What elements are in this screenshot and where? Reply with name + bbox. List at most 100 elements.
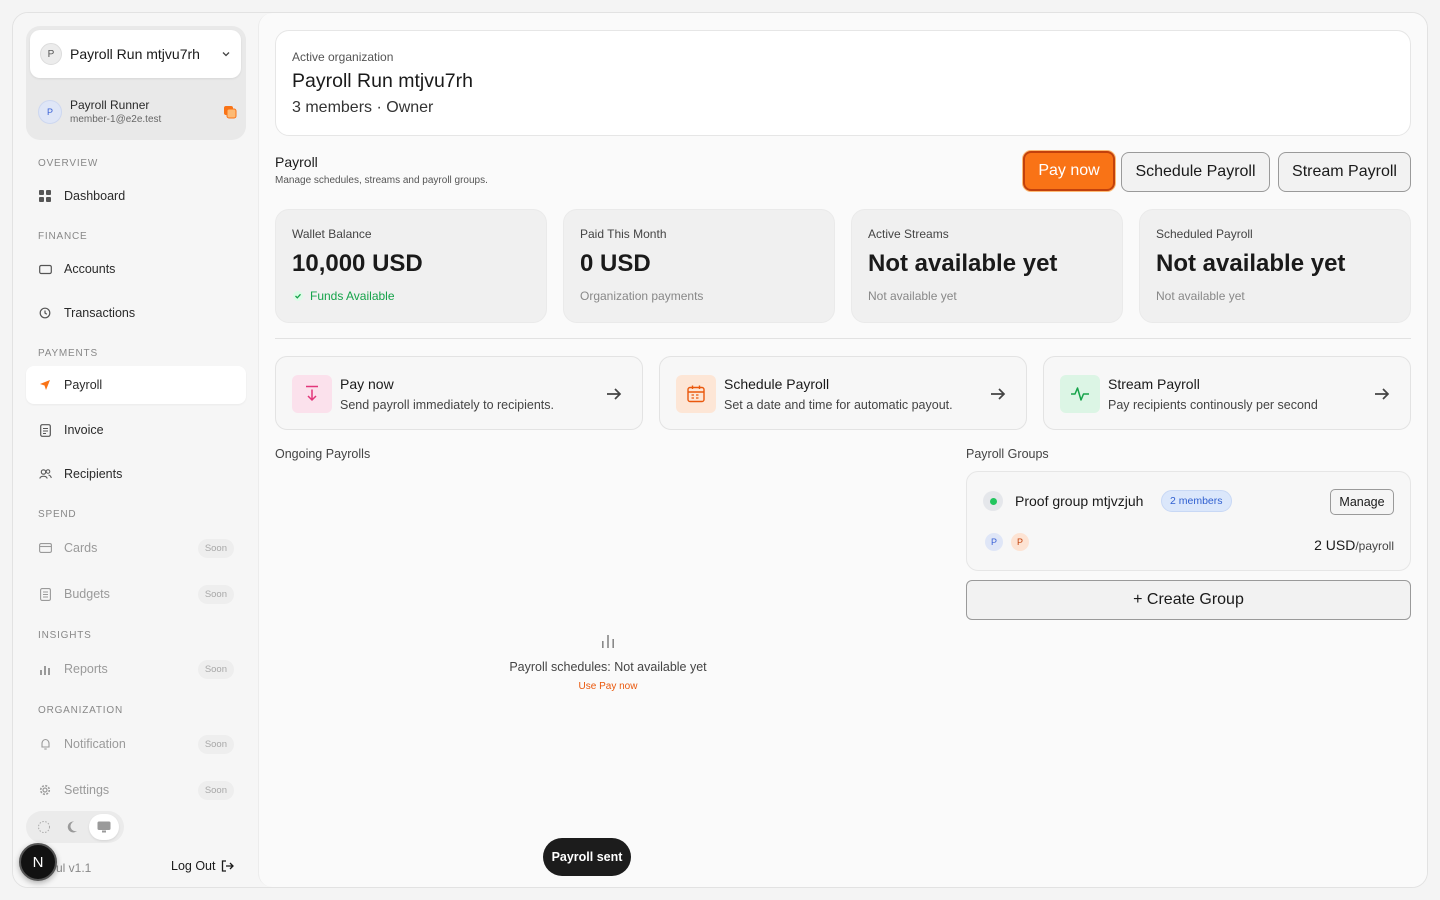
use-pay-now-link[interactable]: Use Pay now bbox=[275, 681, 941, 692]
sidebar-item-label: Recipients bbox=[64, 467, 123, 481]
ongoing-empty-state: Payroll schedules: Not available yet Use… bbox=[275, 633, 941, 692]
section-overview: OVERVIEW bbox=[38, 158, 99, 169]
bar-chart-icon bbox=[602, 635, 614, 648]
active-org-meta: 3 members · Owner bbox=[292, 99, 434, 116]
logout-icon bbox=[222, 860, 235, 872]
copy-icon[interactable] bbox=[222, 104, 238, 120]
arrow-right-icon bbox=[1375, 388, 1390, 400]
sidebar-item-accounts[interactable]: Accounts bbox=[26, 250, 246, 288]
budget-icon bbox=[38, 587, 52, 601]
stat-sub: Funds Available bbox=[292, 289, 395, 303]
grid-icon bbox=[38, 189, 52, 203]
member-avatar: P bbox=[983, 531, 1005, 553]
theme-light-button[interactable] bbox=[29, 814, 59, 840]
page-title: Payroll bbox=[275, 154, 318, 170]
stat-title: Wallet Balance bbox=[292, 227, 372, 241]
stat-title: Scheduled Payroll bbox=[1156, 227, 1253, 241]
section-organization: ORGANIZATION bbox=[38, 705, 123, 716]
create-group-button[interactable]: + Create Group bbox=[966, 580, 1411, 620]
sidebar-item-label: Cards bbox=[64, 541, 98, 555]
action-title: Pay now bbox=[340, 376, 394, 392]
group-amount: 2 USD/payroll bbox=[1314, 537, 1394, 553]
sidebar-item-payroll[interactable]: Payroll bbox=[26, 366, 246, 404]
stat-title: Active Streams bbox=[868, 227, 949, 241]
user-email: member-1@e2e.test bbox=[70, 114, 162, 125]
stream-payroll-button[interactable]: Stream Payroll bbox=[1278, 152, 1411, 192]
org-switcher[interactable]: P Payroll Run mtjvu7rh bbox=[30, 30, 241, 78]
check-circle-icon bbox=[293, 291, 303, 301]
section-spend: SPEND bbox=[38, 509, 77, 520]
sidebar-item-notification[interactable]: Notification Soon bbox=[26, 725, 246, 763]
action-title: Stream Payroll bbox=[1108, 376, 1200, 392]
action-title: Schedule Payroll bbox=[724, 376, 830, 392]
sidebar-item-invoice[interactable]: Invoice bbox=[26, 411, 246, 449]
sidebar-item-label: Invoice bbox=[64, 423, 104, 437]
moon-icon bbox=[67, 821, 77, 833]
send-icon bbox=[38, 378, 52, 392]
manage-group-button[interactable]: Manage bbox=[1330, 489, 1394, 515]
theme-dark-button[interactable] bbox=[59, 814, 89, 840]
dev-tools-badge[interactable]: N bbox=[19, 843, 57, 881]
action-schedule-payroll[interactable]: Schedule Payroll Set a date and time for… bbox=[659, 356, 1027, 430]
stat-paid-this-month: Paid This Month 0 USD Organization payme… bbox=[563, 209, 835, 323]
sidebar-item-settings[interactable]: Settings Soon bbox=[26, 771, 246, 809]
user-row: P Payroll Runner member-1@e2e.test bbox=[38, 92, 238, 132]
app-frame: P Payroll Run mtjvu7rh P Payroll Runner … bbox=[12, 12, 1428, 888]
payroll-group-card[interactable]: Proof group mtjvzjuh 2 members Manage P … bbox=[966, 471, 1411, 571]
arrow-right-icon bbox=[607, 388, 622, 400]
active-org-name: Payroll Run mtjvu7rh bbox=[292, 70, 473, 92]
member-avatar: P bbox=[1009, 531, 1031, 553]
sidebar-item-label: Settings bbox=[64, 783, 110, 797]
members-badge: 2 members bbox=[1161, 490, 1232, 512]
sidebar-item-label: Reports bbox=[64, 662, 108, 676]
sidebar-item-label: Transactions bbox=[64, 306, 136, 320]
main-content: Active organization Payroll Run mtjvu7rh… bbox=[258, 13, 1427, 887]
payroll-groups-heading: Payroll Groups bbox=[966, 447, 1049, 461]
logout-label: Log Out bbox=[171, 859, 216, 873]
org-card: P Payroll Run mtjvu7rh P Payroll Runner … bbox=[26, 26, 246, 140]
pay-now-button[interactable]: Pay now bbox=[1023, 151, 1115, 191]
gear-icon bbox=[38, 783, 52, 797]
action-pay-now[interactable]: Pay now Send payroll immediately to reci… bbox=[275, 356, 643, 430]
amount-value: 2 USD bbox=[1314, 537, 1356, 553]
theme-toggle bbox=[26, 811, 124, 843]
stat-sub: Not available yet bbox=[868, 289, 957, 303]
sidebar-item-transactions[interactable]: Transactions bbox=[26, 294, 246, 332]
page-subtitle: Manage schedules, streams and payroll gr… bbox=[275, 175, 488, 186]
bar-chart-icon bbox=[38, 662, 52, 676]
sidebar-item-budgets[interactable]: Budgets Soon bbox=[26, 575, 246, 613]
amount-unit: /payroll bbox=[1355, 539, 1394, 553]
funds-status: Funds Available bbox=[310, 289, 395, 303]
soon-badge: Soon bbox=[197, 538, 234, 558]
app-version: ul v1.1 bbox=[56, 861, 92, 875]
section-insights: INSIGHTS bbox=[38, 630, 92, 641]
action-stream-payroll[interactable]: Stream Payroll Pay recipients continousl… bbox=[1043, 356, 1411, 430]
sidebar-item-label: Notification bbox=[64, 737, 126, 751]
stat-wallet-balance: Wallet Balance 10,000 USD Funds Availabl… bbox=[275, 209, 547, 323]
stat-value: 10,000 USD bbox=[292, 250, 423, 277]
action-desc: Pay recipients continously per second bbox=[1108, 398, 1318, 412]
ongoing-payrolls-heading: Ongoing Payrolls bbox=[275, 447, 371, 461]
action-desc: Send payroll immediately to recipients. bbox=[340, 398, 554, 412]
sidebar-item-reports[interactable]: Reports Soon bbox=[26, 650, 246, 688]
user-avatar: P bbox=[38, 100, 62, 124]
sidebar-item-dashboard[interactable]: Dashboard bbox=[26, 177, 246, 215]
sidebar: P Payroll Run mtjvu7rh P Payroll Runner … bbox=[13, 13, 258, 887]
arrow-right-icon bbox=[991, 388, 1006, 400]
sidebar-item-recipients[interactable]: Recipients bbox=[26, 455, 246, 493]
org-avatar: P bbox=[40, 43, 62, 65]
logout-button[interactable]: Log Out bbox=[171, 859, 235, 873]
chevron-down-icon bbox=[222, 52, 230, 57]
org-name: Payroll Run mtjvu7rh bbox=[70, 46, 200, 62]
schedule-payroll-button[interactable]: Schedule Payroll bbox=[1121, 152, 1270, 192]
stat-scheduled-payroll: Scheduled Payroll Not available yet Not … bbox=[1139, 209, 1411, 323]
calendar-icon bbox=[676, 375, 716, 413]
group-status-dot bbox=[983, 491, 1003, 511]
group-name: Proof group mtjvzjuh bbox=[1015, 493, 1144, 509]
sidebar-item-cards[interactable]: Cards Soon bbox=[26, 529, 246, 567]
stat-value: Not available yet bbox=[1156, 250, 1346, 277]
sidebar-item-label: Payroll bbox=[64, 378, 103, 392]
stat-sub: Organization payments bbox=[580, 289, 704, 303]
active-org-label: Active organization bbox=[292, 50, 394, 64]
theme-system-button[interactable] bbox=[89, 814, 119, 840]
